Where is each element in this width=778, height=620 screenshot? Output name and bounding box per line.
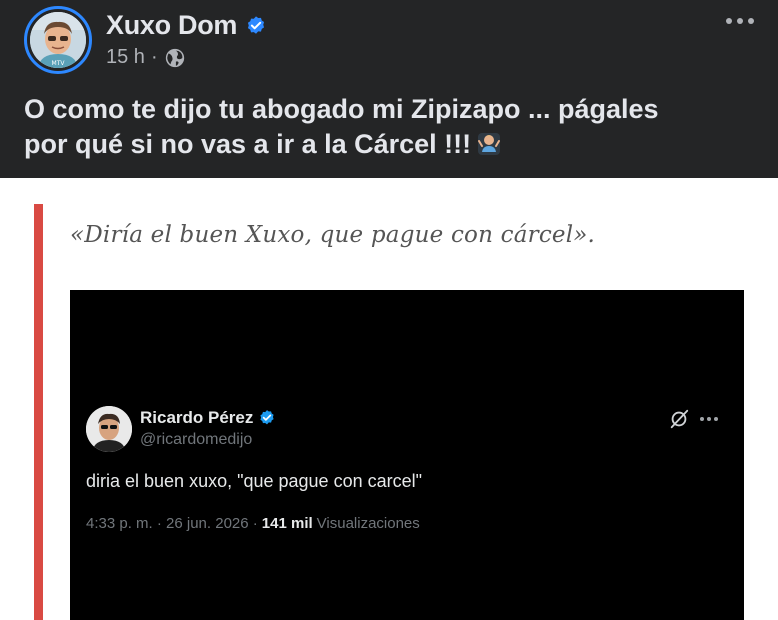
tweet-name-row: Ricardo Pérez	[140, 408, 276, 428]
author-row: Xuxo Dom	[106, 10, 267, 41]
meta-separator: ·	[150, 46, 158, 68]
tweet-author-name: Ricardo Pérez	[140, 408, 254, 427]
post-text-line-2: por qué si no vas a ir a la Cárcel !!!	[24, 127, 764, 162]
tweet-avatar	[86, 406, 132, 452]
tweet-views-label: Visualizaciones	[316, 515, 420, 532]
svg-text:MTV: MTV	[52, 60, 66, 67]
tweet-verified-badge-icon	[260, 410, 274, 425]
dot	[737, 18, 743, 24]
embedded-tweet-screenshot: Ricardo Pérez @ricardomedijo diria el bu…	[70, 290, 744, 620]
globe-icon[interactable]	[164, 47, 186, 69]
post-meta: 15 h ·	[106, 46, 186, 69]
author-avatar[interactable]: MTV	[24, 6, 92, 74]
post-text-line: por qué si no vas a ir a la Cárcel !!!	[24, 129, 472, 159]
shared-article[interactable]: «Diría el buen Xuxo, que pague con cárce…	[0, 178, 778, 620]
grok-icon	[670, 409, 689, 429]
facebook-post: MTV Xuxo Dom 15 h · O como te dijo tu ab…	[0, 0, 778, 178]
tweet-time: 4:33 p. m. · 26 jun. 2026 ·	[86, 515, 258, 532]
avatar-illustration: MTV	[30, 12, 86, 68]
post-timestamp[interactable]: 15 h	[106, 46, 145, 69]
dot	[707, 417, 711, 421]
tweet-more-options-icon	[700, 417, 718, 421]
dot	[726, 18, 732, 24]
post-text: O como te dijo tu abogado mi Zipizapo ..…	[24, 92, 764, 162]
dot	[714, 417, 718, 421]
author-name[interactable]: Xuxo Dom	[106, 10, 237, 41]
tweet-body: diria el buen xuxo, "que pague con carce…	[86, 471, 422, 491]
avatar-image: MTV	[30, 12, 86, 68]
person-shrugging-emoji	[478, 133, 501, 155]
tweet-handle: @ricardomedijo	[140, 431, 253, 448]
verified-badge-icon	[248, 15, 265, 34]
quote-accent-bar	[34, 204, 43, 620]
article-quote: «Diría el buen Xuxo, que pague con cárce…	[70, 222, 596, 248]
more-options-icon[interactable]	[722, 12, 758, 30]
tweet-meta: 4:33 p. m. · 26 jun. 2026 · 141 mil Visu…	[86, 515, 420, 532]
tweet-avatar-illustration	[86, 406, 132, 452]
dot	[748, 18, 754, 24]
tweet-views-count: 141 mil	[261, 515, 313, 532]
dot	[700, 417, 704, 421]
post-text-line: O como te dijo tu abogado mi Zipizapo ..…	[24, 94, 659, 124]
